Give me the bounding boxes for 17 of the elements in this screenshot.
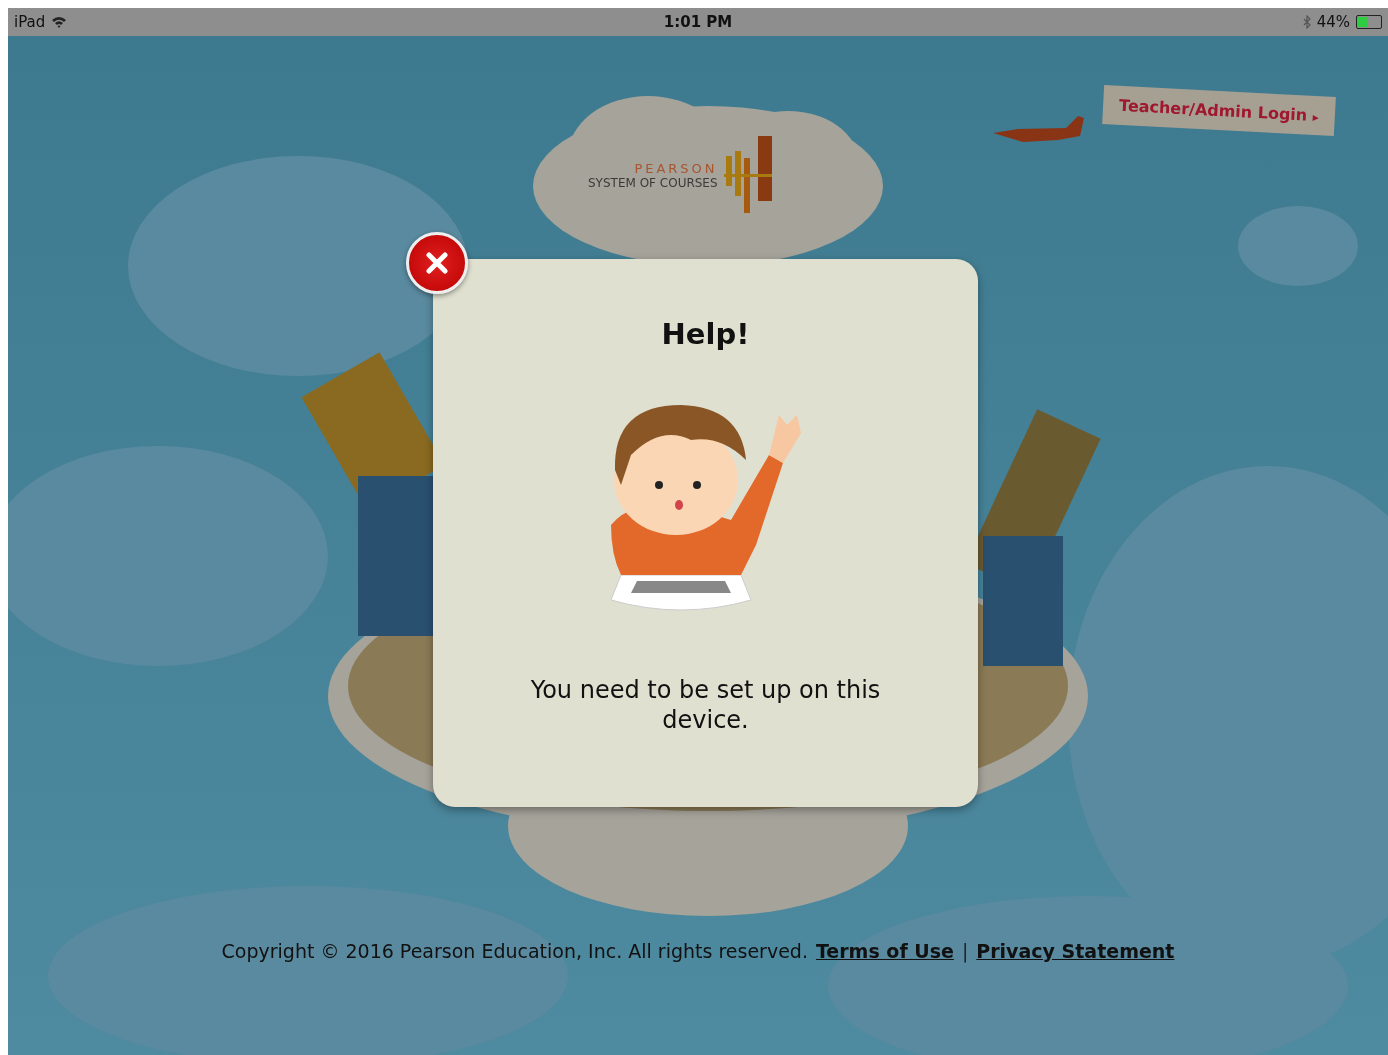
privacy-statement-link[interactable]: Privacy Statement — [976, 940, 1175, 962]
battery-icon — [1356, 15, 1382, 29]
logo-brand: PEARSON — [634, 160, 718, 176]
copyright-text: Copyright © 2016 Pearson Education, Inc. All rights reserved. — [221, 940, 808, 962]
link-separator: | — [961, 940, 969, 962]
dialog-title: Help! — [661, 317, 750, 351]
teacher-admin-login-banner[interactable]: Teacher/Admin Login ▸ — [1102, 84, 1336, 137]
battery-reading: 44% — [1316, 13, 1350, 31]
status-time: 1:01 PM — [663, 13, 733, 31]
wifi-icon — [51, 16, 68, 28]
close-icon — [425, 251, 449, 275]
device-name: iPad — [14, 13, 46, 31]
dialog-message: You need to be set up on this device. — [529, 675, 882, 735]
logo-product: SYSTEM OF COURSES — [588, 175, 718, 190]
bluetooth-icon — [1302, 15, 1311, 29]
terms-of-use-link[interactable]: Terms of Use — [815, 940, 954, 962]
airplane-icon — [993, 116, 1084, 142]
